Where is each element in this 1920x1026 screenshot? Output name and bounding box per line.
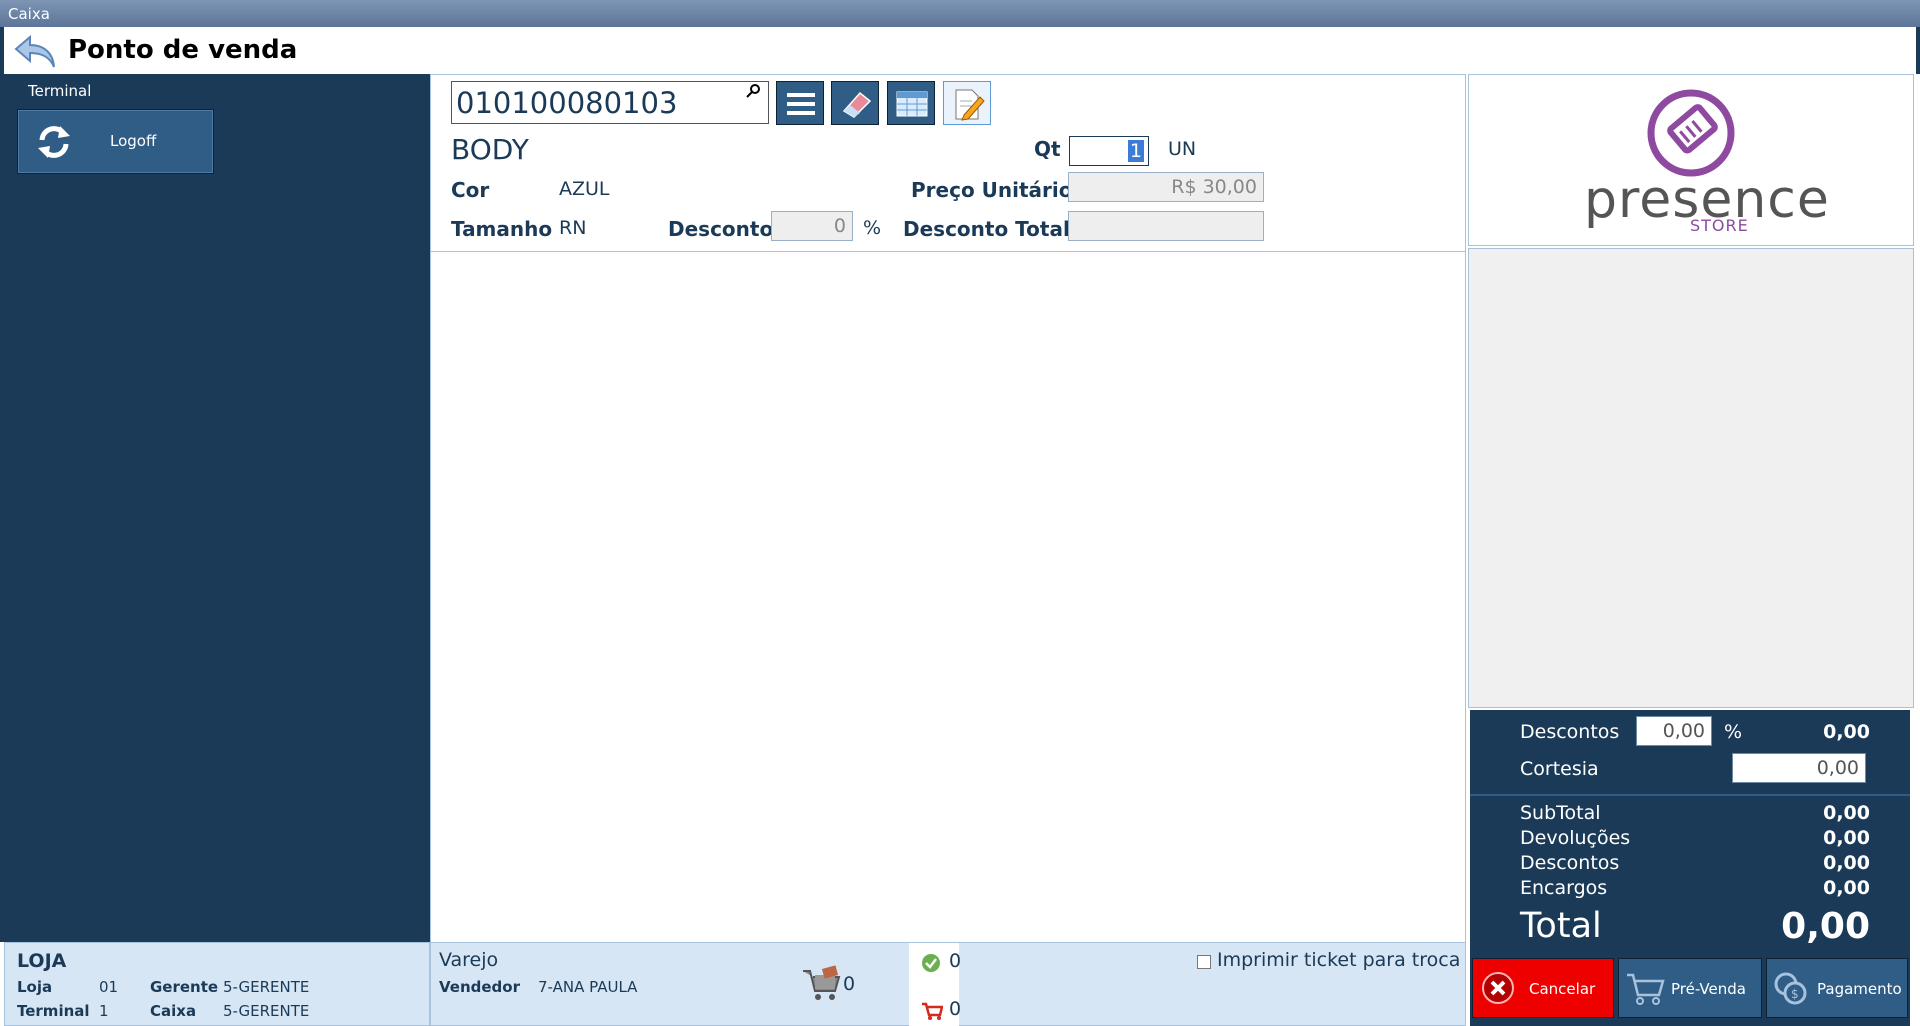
ticket-checkbox[interactable]	[1197, 955, 1211, 969]
caixa-value: 5-GERENTE	[223, 1002, 310, 1020]
loja-value: 01	[99, 978, 119, 996]
vendedor-label: Vendedor	[439, 978, 520, 996]
cortesia-input[interactable]: 0,00	[1732, 753, 1866, 783]
coins-icon: $	[1774, 972, 1807, 1005]
descontos-percent: %	[1724, 721, 1743, 743]
descontos-label: Descontos	[1520, 721, 1620, 743]
preco-unitario-field: R$ 30,00	[1068, 172, 1264, 202]
logoff-label: Logoff	[110, 132, 157, 150]
terminal-label: Terminal	[17, 1002, 90, 1020]
shopping-cart-icon[interactable]	[801, 963, 843, 1003]
edit-document-icon	[955, 89, 985, 121]
terminal-section-label: Terminal	[28, 82, 92, 100]
cortesia-label: Cortesia	[1520, 758, 1599, 780]
page-header: Ponto de venda	[0, 27, 1920, 74]
total-label: Total	[1520, 906, 1602, 946]
menu-icon	[787, 93, 815, 115]
quantity-value: 1	[1127, 140, 1144, 162]
cancel-label: Cancelar	[1529, 980, 1596, 998]
devolucoes-value: 0,00	[1823, 827, 1870, 849]
quantity-input[interactable]: 1	[1069, 136, 1149, 166]
back-arrow-icon[interactable]	[12, 31, 58, 71]
descontos-summary-value: 0,00	[1823, 852, 1870, 874]
terminal-value: 1	[99, 1002, 109, 1020]
store-info-panel: LOJA Loja 01 Gerente 5-GERENTE Terminal …	[4, 942, 430, 1026]
sale-status-bar: Varejo Vendedor 7-ANA PAULA 0 0 0 Imprim…	[430, 942, 1466, 1026]
product-name: BODY	[451, 133, 529, 166]
menu-button[interactable]	[776, 81, 824, 125]
devolucoes-label: Devoluções	[1520, 827, 1631, 849]
subtotal-label: SubTotal	[1520, 802, 1601, 824]
eraser-icon	[842, 91, 872, 118]
ticket-label: Imprimir ticket para troca	[1217, 949, 1461, 971]
descontos-value: 0,00	[1823, 721, 1870, 743]
subtotal-value: 0,00	[1823, 802, 1870, 824]
pre-venda-label: Pré-Venda	[1671, 980, 1746, 998]
unit-label: UN	[1168, 138, 1197, 160]
desconto-total-field[interactable]	[1068, 211, 1264, 241]
desconto-total-label: Desconto Total	[903, 217, 1070, 241]
window-title: Caixa	[8, 5, 50, 23]
sale-type: Varejo	[439, 949, 499, 971]
encargos-value: 0,00	[1823, 877, 1870, 899]
total-value: 0,00	[1781, 906, 1870, 947]
descontos-summary-label: Descontos	[1520, 852, 1620, 874]
descontos-input[interactable]: 0,00	[1636, 716, 1712, 746]
cancel-x-icon	[1482, 972, 1514, 1004]
gerente-value: 5-GERENTE	[223, 978, 310, 996]
totals-divider	[1470, 794, 1910, 796]
sidebar: Terminal Logoff	[0, 74, 430, 942]
red-cart-icon	[922, 1002, 943, 1020]
cart-count: 0	[843, 973, 856, 995]
customer-display-area	[1468, 248, 1914, 708]
desconto-label: Desconto	[668, 217, 774, 241]
store-title: LOJA	[17, 950, 67, 972]
logo-subtitle: STORE	[1690, 216, 1749, 235]
product-entry-panel: 010100080103 BODY Qt 1 UN Cor AZUL Preço…	[430, 74, 1466, 252]
search-icon[interactable]	[745, 83, 761, 99]
vendedor-value[interactable]: 7-ANA PAULA	[538, 978, 637, 996]
edit-document-button[interactable]	[943, 81, 991, 125]
loja-label: Loja	[17, 978, 53, 996]
pagamento-button[interactable]: $ Pagamento	[1766, 958, 1908, 1018]
pre-venda-button[interactable]: Pré-Venda	[1618, 958, 1762, 1018]
desconto-input[interactable]: 0	[771, 211, 853, 241]
product-code-input[interactable]: 010100080103	[451, 81, 769, 124]
svg-text:$: $	[1791, 987, 1799, 1001]
pagamento-label: Pagamento	[1817, 980, 1902, 998]
qt-label: Qt	[1034, 137, 1061, 161]
cart-outline-icon	[1627, 973, 1665, 1005]
ok-count: 0	[949, 950, 962, 972]
caixa-label: Caixa	[150, 1002, 197, 1020]
return-count: 0	[949, 998, 962, 1020]
page-title: Ponto de venda	[68, 35, 298, 65]
window-titlebar: Caixa	[0, 0, 1920, 27]
check-circle-icon	[922, 954, 940, 972]
gerente-label: Gerente	[150, 978, 219, 996]
eraser-button[interactable]	[831, 81, 879, 125]
tamanho-value: RN	[559, 217, 587, 239]
action-bar: Cancelar Pré-Venda $ Pagamento	[1470, 956, 1910, 1026]
items-list-area	[430, 252, 1466, 942]
refresh-icon	[38, 126, 70, 158]
cancel-button[interactable]: Cancelar	[1472, 958, 1614, 1018]
desconto-percent: %	[863, 217, 882, 239]
tamanho-label: Tamanho	[451, 217, 553, 241]
grid-button[interactable]	[887, 81, 935, 125]
logoff-button[interactable]: Logoff	[17, 109, 214, 174]
cor-label: Cor	[451, 178, 490, 202]
encargos-label: Encargos	[1520, 877, 1608, 899]
table-grid-icon	[896, 91, 928, 117]
cor-value: AZUL	[559, 178, 610, 200]
preco-unitario-label: Preço Unitário	[911, 178, 1073, 202]
totals-panel: Descontos 0,00 % 0,00 Cortesia 0,00 SubT…	[1470, 710, 1910, 956]
